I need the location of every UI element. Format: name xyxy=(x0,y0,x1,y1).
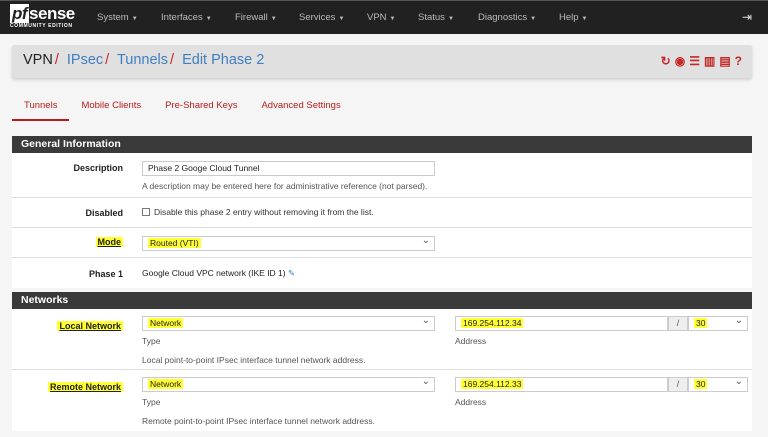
disabled-label: Disabled xyxy=(85,208,123,218)
local-network-label: Local Network xyxy=(57,321,123,331)
remote-address-input[interactable]: 169.254.112.33 xyxy=(455,377,668,392)
local-address-input[interactable]: 169.254.112.34 xyxy=(455,316,668,331)
disable-checkbox[interactable] xyxy=(142,208,150,216)
stop-icon[interactable]: ◉ xyxy=(675,54,685,68)
description-help: A description may be entered here for ad… xyxy=(142,181,428,191)
menu-services[interactable]: Services ▼ xyxy=(299,12,344,23)
tab-mobile-clients[interactable]: Mobile Clients xyxy=(69,100,153,121)
chart-icon[interactable]: ▥ xyxy=(704,54,715,68)
edit-pencil-icon[interactable]: ✎ xyxy=(288,268,295,278)
logout-icon[interactable]: ⇥ xyxy=(742,10,752,24)
local-mask-select[interactable]: 30 xyxy=(688,314,748,331)
general-information-panel: General Information Description Phase 2 … xyxy=(12,136,752,288)
disable-checkbox-row[interactable]: Disable this phase 2 entry without remov… xyxy=(142,207,374,217)
description-input[interactable]: Phase 2 Googe Cloud Tunnel xyxy=(142,161,435,176)
menu-firewall[interactable]: Firewall ▼ xyxy=(235,12,277,23)
tab-pre-shared-keys[interactable]: Pre-Shared Keys xyxy=(153,100,249,121)
panel-heading: Networks xyxy=(12,292,752,309)
restart-icon[interactable]: ↻ xyxy=(661,54,671,68)
menu-interfaces[interactable]: Interfaces ▼ xyxy=(161,12,212,23)
breadcrumb-ipsec[interactable]: IPsec xyxy=(67,52,103,68)
menu-status[interactable]: Status ▼ xyxy=(418,12,454,23)
tab-tunnels[interactable]: Tunnels xyxy=(12,100,70,121)
remote-mask-select[interactable]: 30 xyxy=(688,375,748,392)
local-type-select[interactable]: Network xyxy=(142,314,435,331)
phase1-label: Phase 1 xyxy=(88,269,123,279)
pfsense-logo[interactable]: pf sense COMMUNITY EDITION xyxy=(10,4,75,29)
menu-diagnostics[interactable]: Diagnostics ▼ xyxy=(478,12,536,23)
description-label: Description xyxy=(73,163,123,173)
networks-panel: Networks Local Network Network Type 169.… xyxy=(12,292,752,431)
settings-sliders-icon[interactable]: ☰ xyxy=(689,54,700,68)
breadcrumb-edit-phase2[interactable]: Edit Phase 2 xyxy=(182,52,264,68)
top-navbar: pf sense COMMUNITY EDITION System ▼ Interf… xyxy=(0,0,768,34)
menu-help[interactable]: Help ▼ xyxy=(559,12,588,23)
breadcrumb: VPN / IPsec / Tunnels / Edit Phase 2 ↻ ◉ ☰ … xyxy=(12,45,752,78)
tab-advanced-settings[interactable]: Advanced Settings xyxy=(249,100,352,121)
mode-select[interactable]: Routed (VTI) xyxy=(142,234,435,251)
tab-bar: Tunnels Mobile Clients Pre-Shared Keys A… xyxy=(12,100,353,121)
breadcrumb-vpn: VPN xyxy=(23,52,53,68)
remote-network-label: Remote Network xyxy=(47,382,123,392)
mode-label: Mode xyxy=(95,237,123,247)
phase1-value: Google Cloud VPC network (IKE ID 1) ✎ xyxy=(142,268,296,278)
panel-heading: General Information xyxy=(12,136,752,153)
help-icon[interactable]: ? xyxy=(735,54,742,68)
breadcrumb-tunnels[interactable]: Tunnels xyxy=(117,52,168,68)
menu-system[interactable]: System ▼ xyxy=(97,12,138,23)
log-icon[interactable]: ▤ xyxy=(719,54,730,68)
menu-vpn[interactable]: VPN ▼ xyxy=(367,12,396,23)
remote-type-select[interactable]: Network xyxy=(142,375,435,392)
